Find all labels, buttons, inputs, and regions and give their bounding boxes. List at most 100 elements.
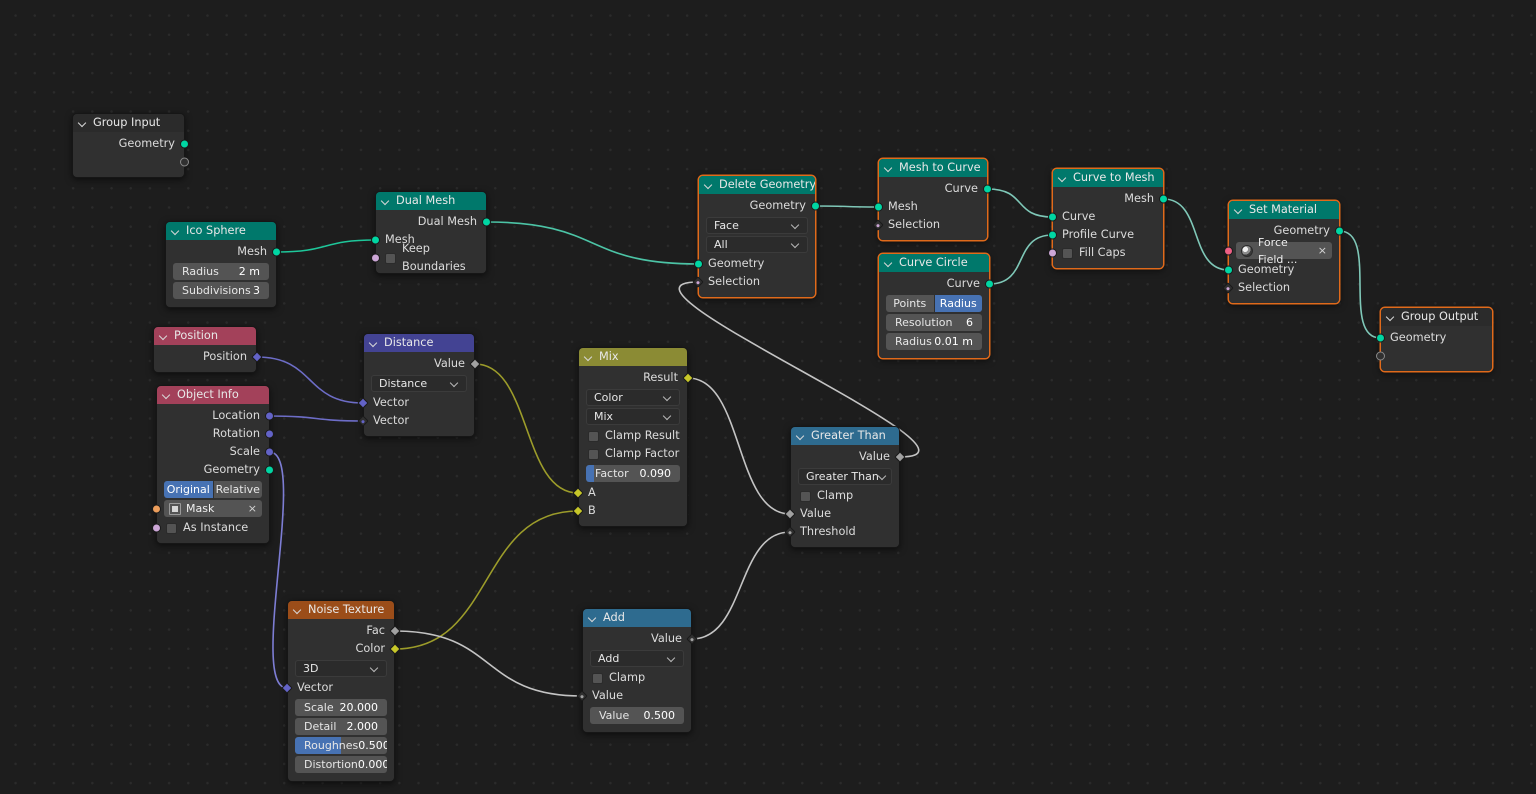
- socket-vector[interactable]: [281, 682, 293, 694]
- socket-geometry[interactable]: [1048, 212, 1057, 222]
- checkbox-row[interactable]: Clamp: [791, 487, 899, 505]
- node-ico-sphere[interactable]: Ico Sphere Mesh Radius 2 m Subdivisions 3: [165, 221, 281, 308]
- input-socket-row[interactable]: Profile Curve: [1048, 226, 1163, 244]
- socket-geometry[interactable]: [811, 201, 820, 211]
- number-field-resolution[interactable]: Resolution 6: [886, 314, 982, 331]
- node-dual-mesh[interactable]: Dual Mesh Dual Mesh Mesh Keep Boundaries: [371, 191, 491, 274]
- output-socket-row[interactable]: Location: [157, 407, 274, 425]
- number-field-radius[interactable]: Radius 0.01 m: [886, 333, 982, 350]
- output-socket-row[interactable]: Position: [154, 348, 263, 366]
- socket-color[interactable]: [389, 643, 401, 655]
- socket-float[interactable]: [686, 633, 698, 645]
- socket-geometry[interactable]: [1335, 226, 1344, 236]
- input-socket-row[interactable]: Geometry: [1224, 261, 1339, 279]
- socket-boolean[interactable]: [1222, 282, 1234, 294]
- enum-option[interactable]: Points: [886, 295, 934, 312]
- socket-float[interactable]: [784, 526, 796, 538]
- chevron-down-icon[interactable]: [79, 119, 88, 128]
- node-header-dual-mesh[interactable]: Dual Mesh: [376, 192, 486, 210]
- checkbox[interactable]: [800, 490, 811, 502]
- dropdown-add[interactable]: Add: [590, 650, 684, 667]
- dropdown-noise-texture[interactable]: 3D: [295, 660, 387, 677]
- socket-none[interactable]: [1376, 351, 1385, 361]
- chevron-down-icon[interactable]: [172, 227, 181, 236]
- number-field-radius[interactable]: Radius 2 m: [173, 263, 269, 280]
- socket-vector[interactable]: [357, 397, 369, 409]
- checkbox[interactable]: [588, 448, 599, 460]
- enum-option[interactable]: Original: [164, 481, 213, 498]
- socket-boolean[interactable]: [371, 253, 380, 263]
- socket-boolean[interactable]: [152, 523, 161, 533]
- node-header-curve-to-mesh[interactable]: Curve to Mesh: [1053, 169, 1163, 187]
- node-set-material[interactable]: Set Material Geometry Force Field ... × Geom…: [1222, 200, 1344, 304]
- socket-geometry[interactable]: [874, 202, 883, 212]
- output-socket-row[interactable]: Value: [364, 355, 481, 373]
- number-field-scale[interactable]: Scale 20.000: [295, 699, 387, 716]
- socket-object[interactable]: [152, 504, 161, 513]
- socket-geometry[interactable]: [983, 184, 992, 194]
- chevron-down-icon[interactable]: [163, 391, 172, 400]
- socket-boolean[interactable]: [692, 276, 704, 288]
- output-socket-row[interactable]: Curve: [879, 275, 994, 293]
- node-group-input[interactable]: Group Input Geometry: [72, 113, 189, 178]
- output-socket-row[interactable]: Fac: [288, 622, 401, 640]
- checkbox[interactable]: [592, 672, 603, 684]
- socket-geometry[interactable]: [694, 259, 703, 269]
- socket-vector[interactable]: [251, 351, 263, 363]
- close-icon[interactable]: ×: [1318, 245, 1327, 256]
- socket-vector[interactable]: [265, 411, 274, 421]
- input-socket-row[interactable]: Selection: [1222, 279, 1339, 297]
- input-checkbox-row[interactable]: As Instance: [152, 519, 269, 537]
- input-socket-row[interactable]: Selection: [872, 216, 987, 234]
- socket-float[interactable]: [784, 508, 796, 520]
- enum-toggle-object-info[interactable]: Original Relative: [164, 481, 262, 498]
- node-header-mix[interactable]: Mix: [579, 348, 687, 366]
- socket-vector[interactable]: [357, 415, 369, 427]
- chevron-down-icon[interactable]: [382, 197, 391, 206]
- close-icon[interactable]: ×: [248, 503, 257, 514]
- input-socket-row[interactable]: Geometry: [1376, 329, 1492, 347]
- slider-factor[interactable]: Factor 0.090: [586, 465, 680, 482]
- output-socket-row[interactable]: Mesh: [1053, 190, 1168, 208]
- input-checkbox-row[interactable]: Keep Boundaries: [371, 242, 486, 273]
- node-header-set-material[interactable]: Set Material: [1229, 201, 1339, 219]
- output-socket-row[interactable]: Geometry: [157, 461, 274, 479]
- node-header-noise-texture[interactable]: Noise Texture: [288, 601, 394, 619]
- socket-geometry[interactable]: [1159, 194, 1168, 204]
- input-socket-row[interactable]: Vector: [281, 679, 394, 697]
- number-field-value[interactable]: Value 0.500: [590, 707, 684, 724]
- node-mesh-to-curve[interactable]: Mesh to Curve Curve Mesh Selection: [872, 158, 992, 241]
- dropdown-delete-geometry[interactable]: Face: [706, 217, 808, 234]
- socket-geometry[interactable]: [180, 139, 189, 149]
- socket-color[interactable]: [572, 505, 584, 517]
- input-socket-row[interactable]: Selection: [692, 273, 815, 291]
- node-delete-geometry[interactable]: Delete Geometry Geometry Face All Geometry Se…: [692, 175, 820, 298]
- number-field-distortion[interactable]: Distortion 0.000: [295, 756, 387, 773]
- input-socket-row[interactable]: Value: [784, 505, 899, 523]
- socket-color[interactable]: [572, 487, 584, 499]
- node-editor-canvas[interactable]: Group Input Geometry Ico Sphere Mesh Radius 2…: [0, 0, 1536, 794]
- chevron-down-icon[interactable]: [797, 432, 806, 441]
- socket-geometry[interactable]: [371, 235, 380, 245]
- chevron-down-icon[interactable]: [885, 259, 894, 268]
- socket-float[interactable]: [389, 625, 401, 637]
- enum-toggle-curve-circle[interactable]: Points Radius: [886, 295, 982, 312]
- node-header-position[interactable]: Position: [154, 327, 256, 345]
- node-greater-than[interactable]: Greater Than Value Greater Than Clamp Value T…: [784, 426, 906, 548]
- socket-boolean[interactable]: [1048, 248, 1057, 258]
- number-field-subdivisions[interactable]: Subdivisions 3: [173, 282, 269, 299]
- chevron-down-icon[interactable]: [294, 606, 303, 615]
- node-distance[interactable]: Distance Value Distance Vector Vector: [357, 333, 481, 437]
- node-mix[interactable]: Mix Result Color Mix Clamp Result Clamp Facto…: [572, 347, 694, 527]
- node-curve-circle[interactable]: Curve Circle Curve Points Radius Resolution 6…: [878, 253, 994, 359]
- dropdown-distance[interactable]: Distance: [371, 375, 467, 392]
- node-header-add[interactable]: Add: [583, 609, 691, 627]
- node-header-mesh-to-curve[interactable]: Mesh to Curve: [879, 159, 987, 177]
- node-position[interactable]: Position Position: [153, 326, 263, 373]
- input-socket-row[interactable]: Vector: [357, 394, 474, 412]
- node-add[interactable]: Add Value Add Clamp Value Value 0.500: [576, 608, 698, 733]
- dropdown-greater-than[interactable]: Greater Than: [798, 468, 892, 485]
- socket-none[interactable]: [180, 157, 189, 167]
- input-socket-row[interactable]: Mesh: [874, 198, 987, 216]
- material-field[interactable]: Force Field ... ×: [1224, 236, 1332, 266]
